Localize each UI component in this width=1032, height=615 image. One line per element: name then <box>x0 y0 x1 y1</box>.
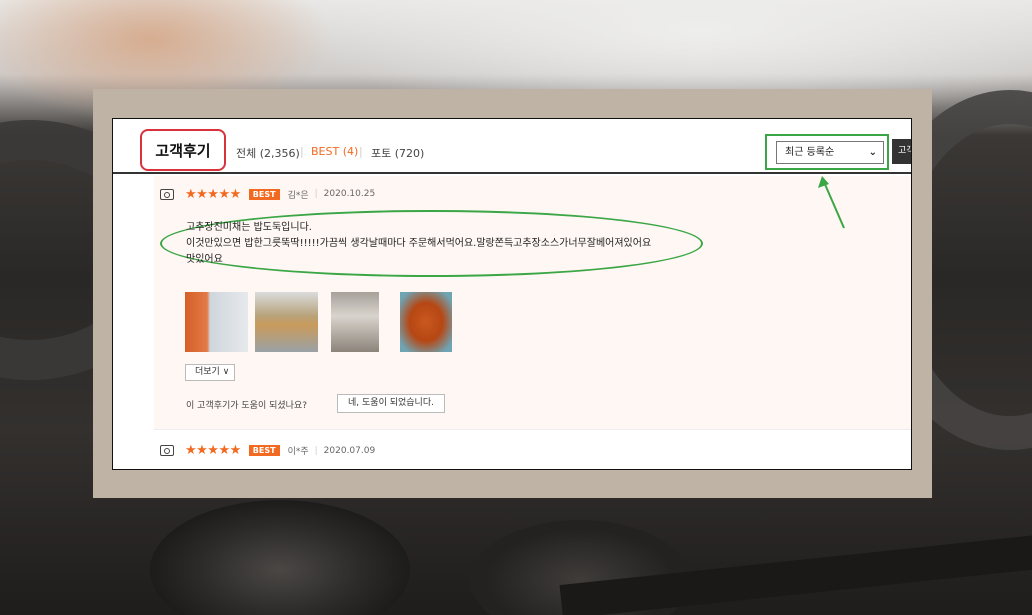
star-rating: ★★★★★ <box>185 186 241 202</box>
sort-highlight: 최근 등록순 ⌄ <box>765 134 889 170</box>
review-item: ★★★★★ BEST 김*은 | 2020.10.25 고추장진미채는 밥도둑입… <box>154 176 911 429</box>
review-date: 2020.10.25 <box>323 189 376 199</box>
tab-separator: | <box>359 145 363 158</box>
review-text-line: 이것만있으면 밥한그릇뚝딱!!!!!가끔씩 생각날때마다 주문해서먹어요.말랑쫀… <box>186 238 652 249</box>
helpful-button[interactable]: 네, 도움이 되었습니다. <box>337 394 445 413</box>
review-author: 김*은 <box>287 190 309 201</box>
more-button[interactable]: 더보기 ∨ <box>185 364 235 381</box>
meta-separator: | <box>314 445 318 456</box>
tab-all[interactable]: 전체 (2,356) <box>236 145 300 161</box>
annotation-arrow-icon <box>818 176 845 229</box>
review-photo-thumbnail[interactable] <box>331 292 379 352</box>
review-panel: 고객후기 전체 (2,356) | BEST (4) | 포토 (720) 최근… <box>112 118 912 470</box>
camera-icon <box>160 445 174 456</box>
sort-select[interactable]: 최근 등록순 ⌄ <box>776 141 884 164</box>
best-badge: BEST <box>248 188 280 200</box>
chevron-down-icon: ⌄ <box>868 147 877 158</box>
divider <box>154 429 911 430</box>
best-badge: BEST <box>248 445 280 456</box>
star-rating: ★★★★★ <box>185 443 241 458</box>
review-text: 고추장진미채는 밥도둑입니다. 이것만있으면 밥한그릇뚝딱!!!!!가끔씩 생각… <box>186 220 651 268</box>
review-date: 2020.07.09 <box>323 445 376 456</box>
meta-separator: | <box>314 189 318 199</box>
helpful-question: 이 고객후기가 도움이 되셨나요? <box>186 401 308 411</box>
review-author: 이*주 <box>287 447 309 457</box>
review-photo-thumbnail[interactable] <box>400 292 452 352</box>
sort-select-value: 최근 등록순 <box>785 147 835 158</box>
tab-best[interactable]: BEST (4) <box>311 145 358 158</box>
side-button[interactable]: 고객 <box>892 139 911 164</box>
tab-photo[interactable]: 포토 (720) <box>371 145 424 161</box>
review-photo-thumbnail[interactable] <box>185 292 248 352</box>
camera-icon <box>160 188 174 200</box>
review-text-line: 고추장진미채는 밥도둑입니다. <box>186 222 312 233</box>
page-title: 고객후기 <box>140 129 226 171</box>
review-text-line: 맛있어요 <box>186 254 223 265</box>
review-header: ★★★★★ BEST 이*주 | 2020.07.09 <box>160 443 375 458</box>
review-tabs-bar: 고객후기 전체 (2,356) | BEST (4) | 포토 (720) 최근… <box>113 119 911 174</box>
tab-separator: | <box>300 145 304 158</box>
review-photo-thumbnail[interactable] <box>255 292 318 352</box>
review-header: ★★★★★ BEST 김*은 | 2020.10.25 <box>160 186 375 202</box>
